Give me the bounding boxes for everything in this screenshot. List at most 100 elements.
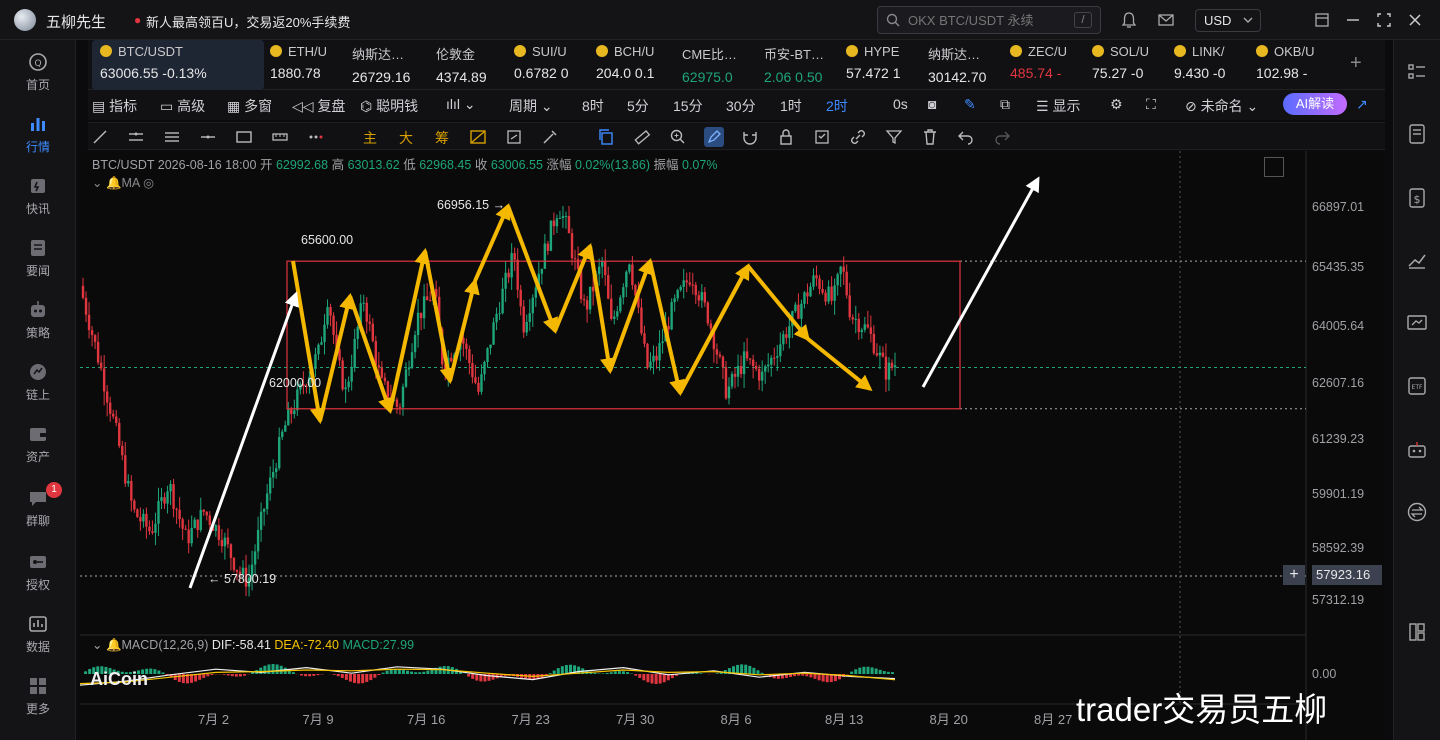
trash-icon[interactable]	[920, 127, 940, 147]
rectangle-tool-icon[interactable]	[234, 127, 254, 147]
nav-item-more-grid[interactable]: 更多	[0, 674, 76, 730]
path-tool-icon[interactable]	[306, 127, 326, 147]
etf-icon[interactable]: ETF	[1405, 374, 1429, 398]
horizontal-lines-tool-icon[interactable]	[162, 127, 182, 147]
ticker-item[interactable]: 币安-BT… 2.06 0.50	[764, 40, 840, 90]
nav-item-news[interactable]: 要闻	[0, 236, 76, 292]
link-tool-icon[interactable]	[848, 127, 868, 147]
share-icon[interactable]: ↗	[1356, 96, 1368, 113]
trendline-tool-icon[interactable]	[90, 127, 110, 147]
indicators-button[interactable]: ▤ 指标	[92, 96, 137, 116]
display-button[interactable]: ☰ 显示	[1036, 96, 1080, 116]
ticker-item[interactable]: 纳斯达… 30142.70	[928, 40, 1004, 90]
pen-icon[interactable]: ✎	[964, 96, 976, 113]
redo-icon[interactable]	[992, 127, 1012, 147]
interval-30m[interactable]: 30分	[726, 96, 756, 116]
smart-money-label: 聪明钱	[376, 98, 419, 114]
filter-icon[interactable]	[884, 127, 904, 147]
lock-icon[interactable]	[776, 127, 796, 147]
ticker-item[interactable]: LINK/9.430 -0	[1174, 40, 1250, 90]
brush-tool-icon[interactable]	[540, 127, 560, 147]
dollar-doc-icon[interactable]: $	[1405, 186, 1429, 210]
bell-icon[interactable]	[1120, 11, 1138, 29]
close-icon[interactable]	[1406, 11, 1424, 29]
ticker-item[interactable]: ETH/U 1880.78	[270, 40, 346, 90]
window-snap-icon[interactable]	[1313, 11, 1331, 29]
parallel-lines-tool-icon[interactable]	[126, 127, 146, 147]
ray-tool-icon[interactable]	[198, 127, 218, 147]
nav-item-flash-news[interactable]: 快讯	[0, 174, 76, 230]
interval-8h[interactable]: 8时	[582, 96, 604, 116]
monitor-chart-icon[interactable]	[1405, 312, 1429, 336]
ticker-item[interactable]: HYPE 57.472 1	[846, 40, 922, 90]
pencil-active-icon[interactable]	[704, 127, 724, 147]
period-select[interactable]: 周期 ⌄	[509, 96, 553, 116]
camera-icon[interactable]: ◙	[928, 96, 936, 112]
nav-item-strategy[interactable]: 策略	[0, 298, 76, 354]
nav-item-onchain[interactable]: 链上	[0, 360, 76, 416]
large-order-tool[interactable]: 大	[399, 128, 413, 148]
settings-icon[interactable]: ⚙	[1110, 96, 1123, 113]
maximize-icon[interactable]	[1375, 11, 1393, 29]
trend-chart-icon[interactable]	[1405, 248, 1429, 272]
candle-body	[507, 272, 510, 278]
layout-select[interactable]: ⊘ 未命名 ⌄	[1185, 96, 1258, 116]
ticker-item[interactable]: ZEC/U 485.74 -	[1010, 40, 1086, 90]
expand-chart-icon[interactable]	[1264, 157, 1284, 177]
ticker-item[interactable]: 伦敦金 4374.89	[436, 40, 510, 90]
zoom-in-icon[interactable]	[668, 127, 688, 147]
edit-icon[interactable]: ⧉	[1000, 96, 1010, 113]
interval-1h[interactable]: 1时	[780, 96, 802, 116]
advanced-button[interactable]: ▭ 高级	[160, 96, 205, 116]
ai-analysis-button[interactable]: AI解读	[1283, 93, 1347, 115]
ma-indicator[interactable]: ⌄ 🔔MA ◎	[92, 175, 154, 191]
copy-tool-icon[interactable]	[596, 127, 616, 147]
nav-item-home[interactable]: Q 首页	[0, 50, 76, 106]
multi-window-button[interactable]: ▦ 多窗	[227, 96, 272, 116]
ruler-tool-icon[interactable]	[632, 127, 652, 147]
interval-5m[interactable]: 5分	[627, 96, 649, 116]
nav-item-key[interactable]: 授权	[0, 550, 76, 606]
swap-tool-icon[interactable]	[504, 127, 524, 147]
promo-banner[interactable]: 新人最高领百U，交易返20%手续费	[146, 12, 350, 31]
magnet-tool-icon[interactable]	[740, 127, 760, 147]
nav-item-wallet[interactable]: 资产	[0, 422, 76, 478]
search-box[interactable]: /	[877, 6, 1101, 34]
interval-2h[interactable]: 2时	[826, 96, 848, 116]
nav-item-market[interactable]: 行情	[0, 112, 76, 168]
ticker-item[interactable]: 纳斯达… 26729.16	[352, 40, 430, 90]
x-tick-label: 7月 23	[511, 712, 550, 727]
chips-tool[interactable]: 筹	[435, 128, 449, 148]
ticker-item[interactable]: OKB/U 102.98 -	[1256, 40, 1332, 90]
main-force-tool[interactable]: 主	[363, 128, 377, 148]
ticker-item[interactable]: CME比… 62975.0	[682, 40, 758, 90]
ticker-item[interactable]: SOL/U 75.27 -0	[1092, 40, 1168, 90]
panel-layout-icon[interactable]	[1405, 620, 1429, 644]
ticker-item[interactable]: SUI/U 0.6782 0	[514, 40, 590, 90]
smart-money-button[interactable]: ⌬ 聪明钱	[360, 96, 418, 116]
currency-select[interactable]: USD	[1195, 9, 1261, 32]
list-view-icon[interactable]	[1405, 60, 1429, 84]
measure-tool-icon[interactable]	[270, 127, 290, 147]
nav-item-chat[interactable]: 群聊 1	[0, 482, 76, 542]
order-book-icon[interactable]	[1405, 122, 1429, 146]
exchange-icon[interactable]	[1405, 500, 1429, 524]
interval-15m[interactable]: 15分	[673, 96, 703, 116]
candle-type-button[interactable]: ılıl ⌄	[446, 96, 476, 113]
template-tool-icon[interactable]	[812, 127, 832, 147]
fullscreen-icon[interactable]: ⛶	[1146, 96, 1156, 113]
nav-item-data[interactable]: 数据	[0, 612, 76, 668]
search-input[interactable]	[908, 13, 1068, 28]
ticker-item[interactable]: BCH/U 204.0 0.1	[596, 40, 676, 90]
eye-off-icon[interactable]: ◎	[143, 176, 154, 190]
replay-button[interactable]: ◁◁ 复盘	[292, 96, 345, 116]
minimize-icon[interactable]	[1344, 11, 1362, 29]
mail-icon[interactable]	[1157, 11, 1175, 29]
robot-icon[interactable]	[1405, 438, 1429, 462]
chart-area[interactable]: BTC/USDT 2026-08-16 18:00 开 62992.68 高 6…	[80, 151, 1385, 740]
undo-icon[interactable]	[956, 127, 976, 147]
ticker-item[interactable]: BTC/USDT 63006.55 -0.13%	[92, 40, 264, 90]
add-ticker-button[interactable]: +	[1350, 52, 1362, 75]
flow-tool-icon[interactable]	[468, 127, 488, 147]
crosshair-add-button[interactable]: +	[1283, 565, 1305, 585]
